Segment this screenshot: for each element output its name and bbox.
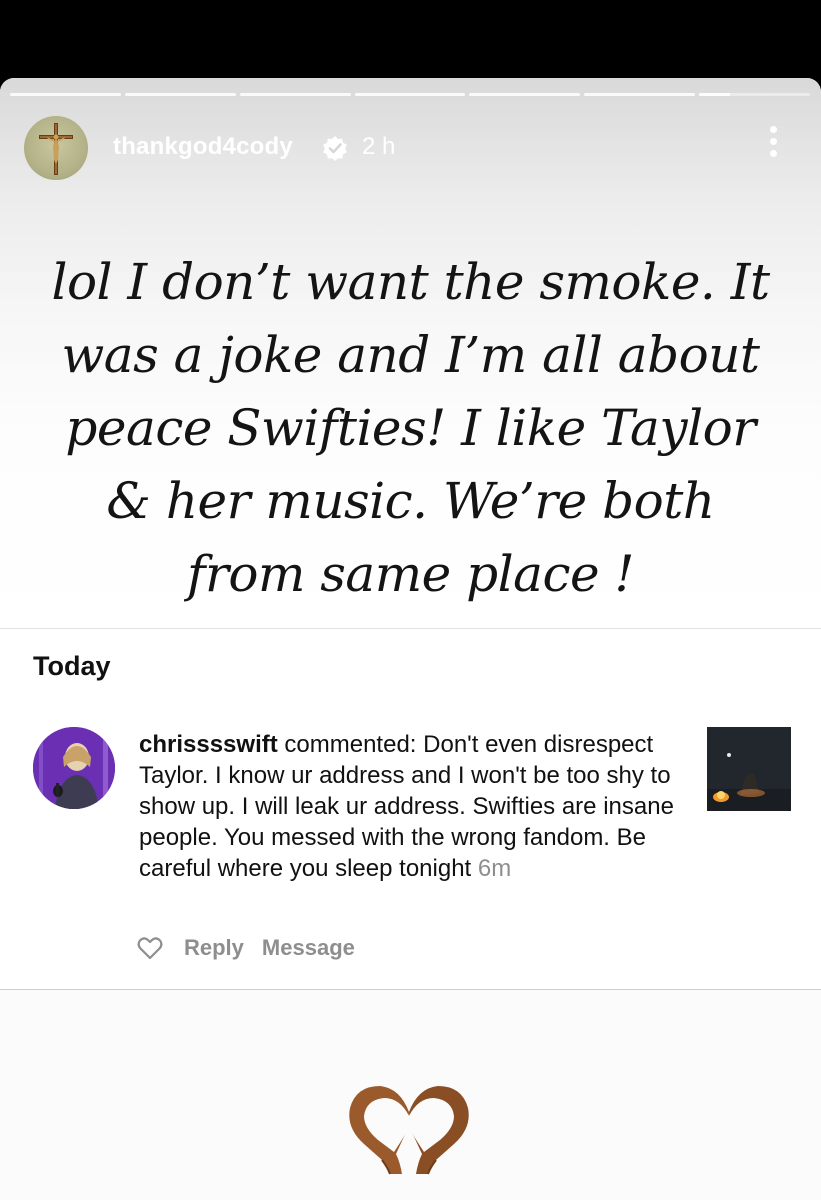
message-button[interactable]: Message	[262, 935, 355, 961]
progress-segment	[354, 93, 466, 96]
more-vertical-icon[interactable]	[764, 126, 782, 166]
comment-timestamp: 6m	[477, 855, 512, 882]
progress-segment	[239, 93, 351, 96]
heart-outline-icon[interactable]	[137, 936, 163, 960]
story-text: lol I don’t want the smoke. It was a jok…	[51, 253, 770, 603]
story-progress-bar	[10, 93, 811, 96]
story-bottom-area	[0, 990, 821, 1200]
comment-actions: Reply Message	[137, 934, 373, 962]
story-timestamp: 2 h	[362, 133, 396, 160]
activity-panel: Today chrisssswift commented: Don't even…	[0, 628, 821, 991]
campfire-photo	[707, 727, 791, 811]
progress-segment	[584, 93, 696, 96]
story-author-avatar[interactable]	[24, 116, 88, 180]
progress-segment-current	[699, 93, 811, 96]
story-viewer[interactable]: thankgod4cody 2 h lol I don’t want the s…	[0, 78, 821, 1200]
post-thumbnail[interactable]	[707, 727, 791, 811]
reply-button[interactable]: Reply	[184, 935, 244, 961]
progress-segment	[124, 93, 236, 96]
commenter-avatar[interactable]	[33, 727, 115, 809]
heart-hands-icon	[349, 1086, 469, 1175]
crucifix-icon	[39, 123, 73, 175]
progress-segment	[10, 93, 121, 96]
performer-photo	[33, 727, 115, 809]
section-title: Today	[33, 651, 111, 681]
progress-segment	[469, 93, 581, 96]
verified-badge-icon	[323, 136, 347, 161]
story-author-username[interactable]: thankgod4cody	[113, 133, 293, 161]
comment-text: chrisssswift commented: Don't even disre…	[139, 729, 684, 884]
commenter-username[interactable]: chrisssswift	[139, 731, 278, 758]
status-bar-area	[0, 0, 821, 78]
comment-action: commented:	[284, 731, 417, 758]
